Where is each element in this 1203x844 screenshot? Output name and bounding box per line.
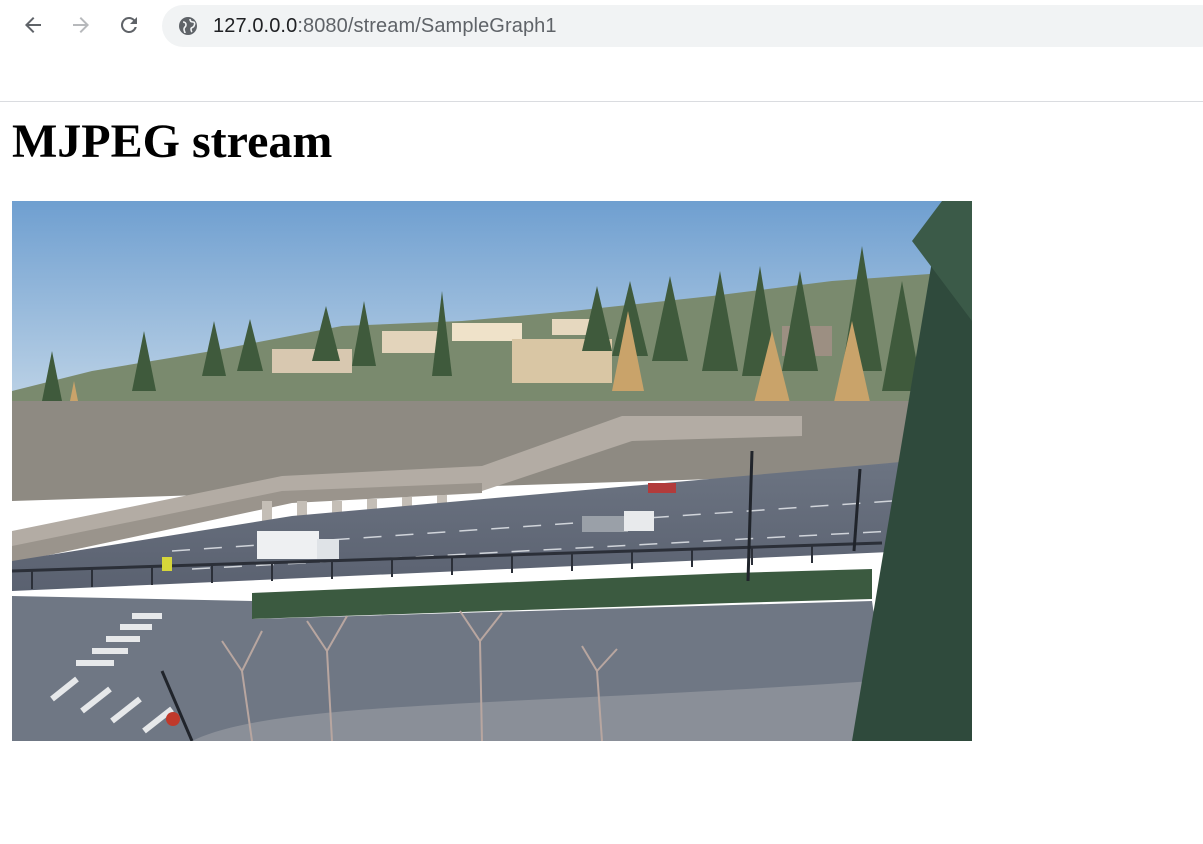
url-text[interactable]: 127.0.0.0:8080/stream/SampleGraph1 [213,15,557,37]
browser-toolbar: 127.0.0.0:8080/stream/SampleGraph1 [0,0,1203,102]
url-path: :8080/stream/SampleGraph1 [297,15,557,37]
url-host: 127.0.0.0 [213,15,298,37]
globe-icon[interactable] [178,16,198,36]
address-bar[interactable]: 127.0.0.0:8080/stream/SampleGraph1 [162,5,1203,47]
traffic-camera-frame [12,201,972,741]
reload-icon [121,17,137,33]
arrow-left-icon [25,17,41,33]
back-button[interactable] [16,8,50,42]
arrow-right-icon [73,17,89,33]
page-title: MJPEG stream [12,115,333,168]
mjpeg-stream-image [12,201,972,741]
reload-button[interactable] [112,8,146,42]
forward-button[interactable] [64,8,98,42]
